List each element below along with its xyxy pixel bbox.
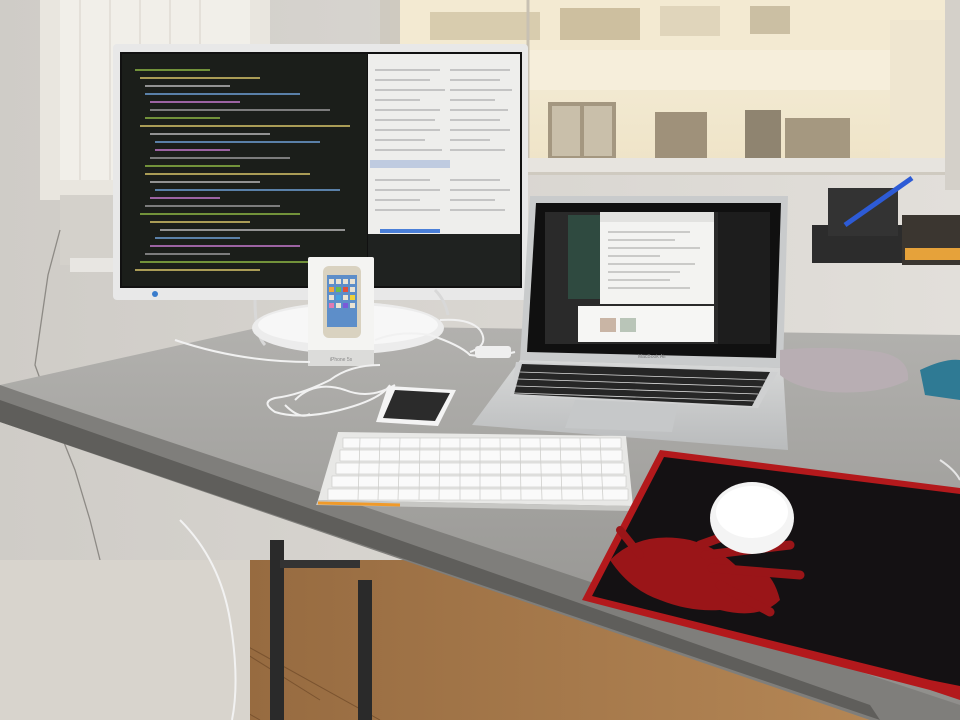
mouse: [710, 482, 794, 554]
code-editor-screen: [122, 54, 367, 286]
keyboard: [316, 432, 633, 511]
laptop-label: MacBook Air: [638, 354, 666, 360]
iphone-box: iPhone 5s: [308, 257, 374, 366]
pencil: [317, 501, 401, 507]
power-adapter: [475, 346, 511, 358]
box-label: iPhone 5s: [330, 357, 353, 363]
photo-illustration: iPhone 5s MacBook Air: [0, 0, 960, 720]
inspector-pane: [368, 54, 520, 234]
desk-scene: iPhone 5s MacBook Air: [0, 0, 960, 720]
